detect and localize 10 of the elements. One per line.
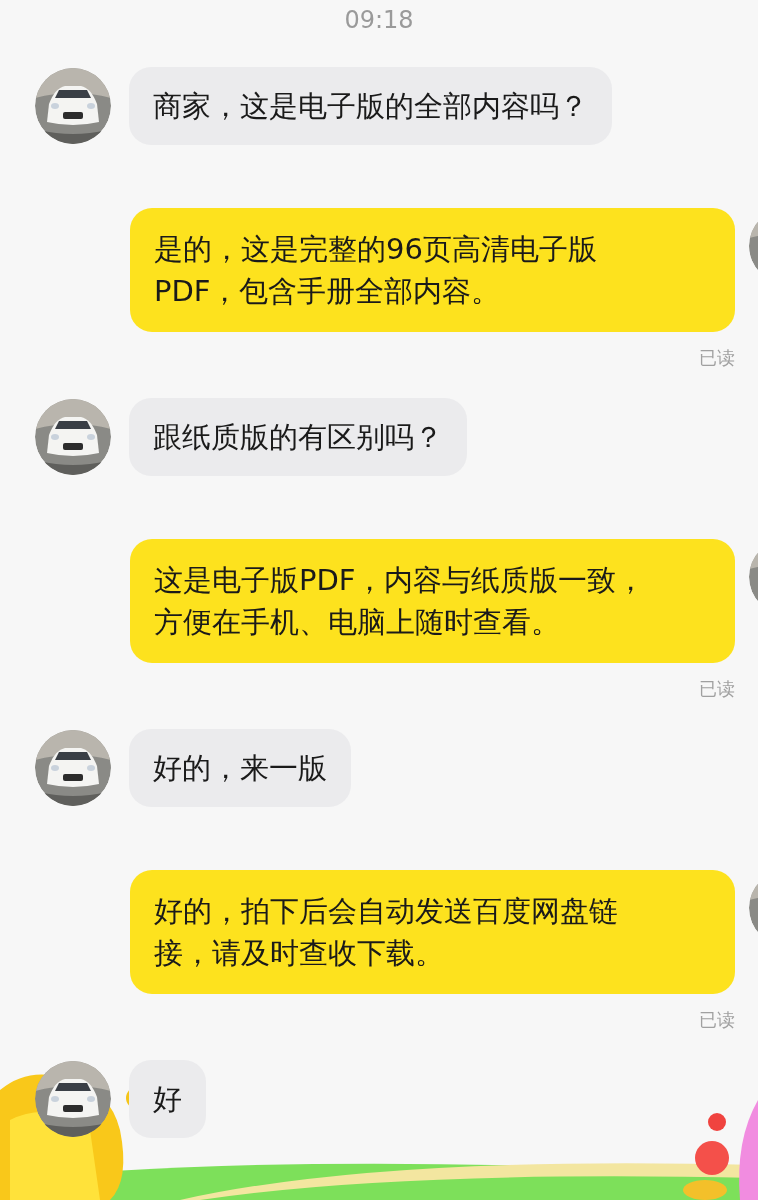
message-bubble: 跟纸质版的有区别吗？ [129, 398, 467, 476]
message-bubble: 好的，来一版 [129, 729, 351, 807]
message-bubble: 商家，这是电子版的全部内容吗？ [129, 67, 612, 145]
read-receipt: 已读 [699, 1008, 735, 1032]
read-receipt: 已读 [699, 346, 735, 370]
message-bubble: 好的，拍下后会自动发送百度网盘链接，请及时查收下载。 [130, 870, 735, 994]
message-bubble: 这是电子版PDF，内容与纸质版一致，方便在手机、电脑上随时查看。 [130, 539, 735, 663]
timestamp: 09:18 [344, 5, 414, 36]
read-receipt: 已读 [699, 677, 735, 701]
message-bubble: 是的，这是完整的96页高清电子版PDF，包含手册全部内容。 [130, 208, 735, 332]
